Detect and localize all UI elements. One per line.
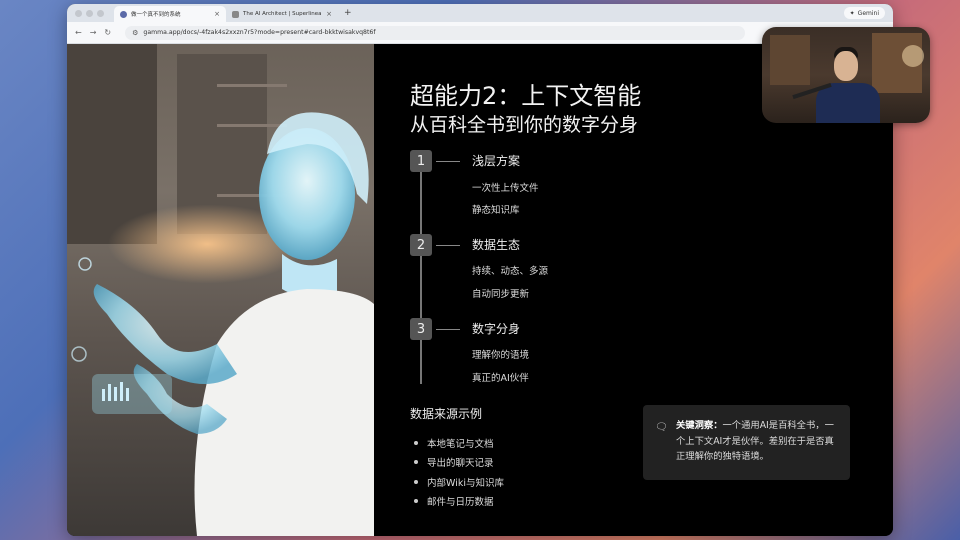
step-number-badge: 3 xyxy=(410,318,432,340)
list-item: 本地笔记与文档 xyxy=(414,433,504,453)
webcam-overlay xyxy=(762,27,930,123)
list-item-label: 导出的聊天记录 xyxy=(427,458,494,470)
step-number-badge: 2 xyxy=(410,234,432,256)
hologram-woman-image xyxy=(67,44,374,536)
bullet-icon xyxy=(414,440,418,445)
list-item-label: 内部Wiki与知识库 xyxy=(427,477,504,489)
step-heading: 数据生态 xyxy=(472,238,521,252)
list-item: 内部Wiki与知识库 xyxy=(414,472,504,492)
tab-favicon-icon xyxy=(232,10,239,18)
list-item: 邮件与日历数据 xyxy=(414,492,504,512)
slide-title: 超能力2：上下文智能 xyxy=(410,82,642,110)
sources-heading: 数据来源示例 xyxy=(410,407,483,421)
step-heading: 浅层方案 xyxy=(472,154,521,168)
lamp-light xyxy=(902,45,924,67)
tab-favicon-icon xyxy=(120,10,127,18)
url-text: gamma.app/docs/-4fzak4s2xxzn7r5?mode=pre… xyxy=(143,29,376,36)
list-item-label: 邮件与日历数据 xyxy=(427,497,494,509)
step-item: 真正的AI伙伴 xyxy=(472,373,529,384)
slide-subtitle: 从百科全书到你的数字分身 xyxy=(410,114,639,136)
close-tab-icon[interactable]: × xyxy=(326,10,332,18)
minimize-window-icon[interactable] xyxy=(86,9,93,17)
tab-bar: 做一个真不到的系统 × The AI Architect | Superline… xyxy=(67,4,893,22)
insight-label: 关键洞察： xyxy=(676,420,723,431)
new-tab-button[interactable]: + xyxy=(344,8,352,18)
step-item: 持续、动态、多源 xyxy=(472,266,549,277)
insight-callout: 🗨 关键洞察：一个通用AI是百科全书，一个上下文AI才是伙伴。差别在于是否真正理… xyxy=(643,405,850,480)
timeline-line xyxy=(420,164,422,384)
list-item-label: 本地笔记与文档 xyxy=(427,438,494,450)
gemini-button[interactable]: ✦ Gemini xyxy=(843,7,885,19)
url-field[interactable]: ⚙ gamma.app/docs/-4fzak4s2xxzn7r5?mode=p… xyxy=(125,25,746,40)
step-item: 静态知识库 xyxy=(472,205,520,216)
gemini-label: Gemini xyxy=(857,9,879,17)
close-tab-icon[interactable]: × xyxy=(214,10,220,18)
bullet-icon xyxy=(414,460,418,465)
step-item: 一次性上传文件 xyxy=(472,183,539,194)
forward-icon[interactable]: → xyxy=(90,28,97,37)
tab-1[interactable]: 做一个真不到的系统 × xyxy=(114,6,226,22)
close-window-icon[interactable] xyxy=(75,9,82,17)
tab-title: The AI Architect | Superlinear xyxy=(243,11,323,17)
step-heading: 数字分身 xyxy=(472,322,521,336)
step-item: 自动同步更新 xyxy=(472,289,530,300)
sparkle-icon: ✦ xyxy=(849,9,855,17)
bullet-icon xyxy=(414,479,418,484)
step-connector xyxy=(436,244,460,246)
bullet-icon xyxy=(414,499,418,504)
step-number-badge: 1 xyxy=(410,150,432,172)
step-connector xyxy=(436,160,460,162)
window-controls xyxy=(75,9,104,17)
hologram-figure xyxy=(71,112,374,536)
reload-icon[interactable]: ↻ xyxy=(104,28,111,37)
note-icon: 🗨 xyxy=(655,422,668,433)
presenter-body xyxy=(816,83,880,123)
sources-list: 本地笔记与文档 导出的聊天记录 内部Wiki与知识库 邮件与日历数据 xyxy=(414,433,504,511)
step-item: 理解你的语境 xyxy=(472,350,530,361)
step-connector xyxy=(436,328,460,330)
tab-title: 做一个真不到的系统 xyxy=(131,12,181,18)
maximize-window-icon[interactable] xyxy=(97,9,104,17)
back-icon[interactable]: ← xyxy=(75,28,82,37)
list-item: 导出的聊天记录 xyxy=(414,453,504,473)
site-settings-icon[interactable]: ⚙ xyxy=(132,29,138,37)
tab-2[interactable]: The AI Architect | Superlinear × xyxy=(226,6,338,22)
presenter-face xyxy=(834,51,858,81)
